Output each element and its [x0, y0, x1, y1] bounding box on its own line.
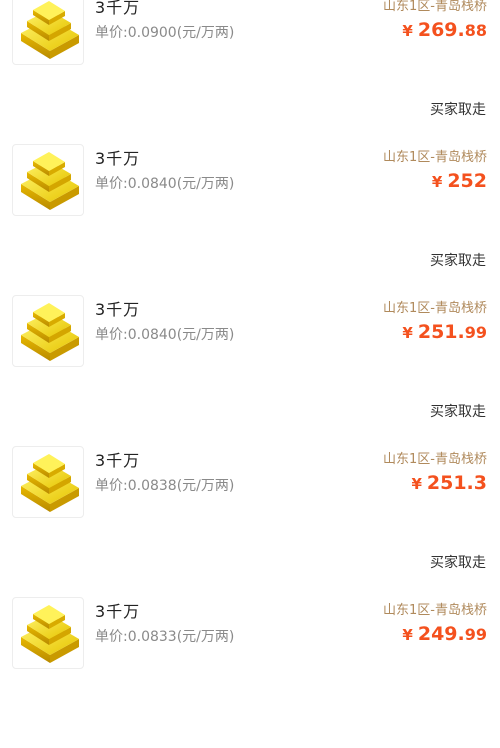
listing-thumbnail[interactable] [12, 0, 84, 65]
listing-row[interactable]: 3千万 单价:0.0838(元/万两) 山东1区-青岛栈桥 ¥251.3 买家取… [0, 446, 500, 597]
currency-symbol: ¥ [431, 173, 443, 191]
listing-row[interactable]: 3千万 单价:0.0840(元/万两) 山东1区-青岛栈桥 ¥251.99 买家… [0, 295, 500, 446]
total-price: ¥251.3 [411, 472, 487, 494]
status-label: 买家取走 [430, 253, 486, 269]
listing-title: 3千万 [95, 0, 141, 17]
listing-title: 3千万 [95, 300, 141, 319]
currency-symbol: ¥ [402, 324, 413, 342]
server-name: 山东1区-青岛栈桥 [383, 603, 487, 618]
price-integer: 252 [447, 170, 487, 192]
price-integer: 269. [417, 19, 465, 41]
gold-ingot-icon [21, 605, 79, 663]
currency-symbol: ¥ [411, 475, 422, 493]
listing-title: 3千万 [95, 451, 141, 470]
server-name: 山东1区-青岛栈桥 [383, 0, 487, 14]
price-decimal: 88 [464, 21, 487, 40]
unit-price: 单价:0.0840(元/万两) [95, 327, 235, 343]
status-label: 买家取走 [430, 102, 486, 118]
listing-title: 3千万 [95, 602, 141, 621]
listing-thumbnail[interactable] [12, 446, 84, 518]
price-decimal: 99 [464, 323, 487, 342]
listing-row[interactable]: 3千万 单价:0.0833(元/万两) 山东1区-青岛栈桥 ¥249.99 [0, 597, 500, 748]
currency-symbol: ¥ [402, 22, 413, 40]
listing-row[interactable]: 3千万 单价:0.0900(元/万两) 山东1区-青岛栈桥 ¥269.88 买家… [0, 0, 500, 144]
gold-ingot-icon [21, 303, 79, 361]
status-label: 买家取走 [430, 555, 486, 571]
listing-row[interactable]: 3千万 单价:0.0840(元/万两) 山东1区-青岛栈桥 ¥252 买家取走 [0, 144, 500, 295]
unit-price: 单价:0.0833(元/万两) [95, 629, 235, 645]
listing-thumbnail[interactable] [12, 295, 84, 367]
gold-ingot-icon [21, 454, 79, 512]
price-integer: 249. [417, 623, 465, 645]
server-name: 山东1区-青岛栈桥 [383, 150, 487, 165]
total-price: ¥269.88 [402, 19, 487, 41]
gold-ingot-icon [21, 1, 79, 59]
server-name: 山东1区-青岛栈桥 [383, 452, 487, 467]
unit-price: 单价:0.0838(元/万两) [95, 478, 235, 494]
status-label: 买家取走 [430, 404, 486, 420]
gold-ingot-icon [21, 152, 79, 210]
price-integer: 251.3 [426, 472, 487, 494]
listing-thumbnail[interactable] [12, 144, 84, 216]
listing-thumbnail[interactable] [12, 597, 84, 669]
unit-price: 单价:0.0840(元/万两) [95, 176, 235, 192]
server-name: 山东1区-青岛栈桥 [383, 301, 487, 316]
price-integer: 251. [417, 321, 465, 343]
listing-title: 3千万 [95, 149, 141, 168]
price-decimal: 99 [464, 625, 487, 644]
total-price: ¥252 [432, 170, 487, 192]
currency-symbol: ¥ [402, 626, 413, 644]
unit-price: 单价:0.0900(元/万两) [95, 25, 235, 41]
total-price: ¥249.99 [402, 623, 487, 645]
total-price: ¥251.99 [402, 321, 487, 343]
